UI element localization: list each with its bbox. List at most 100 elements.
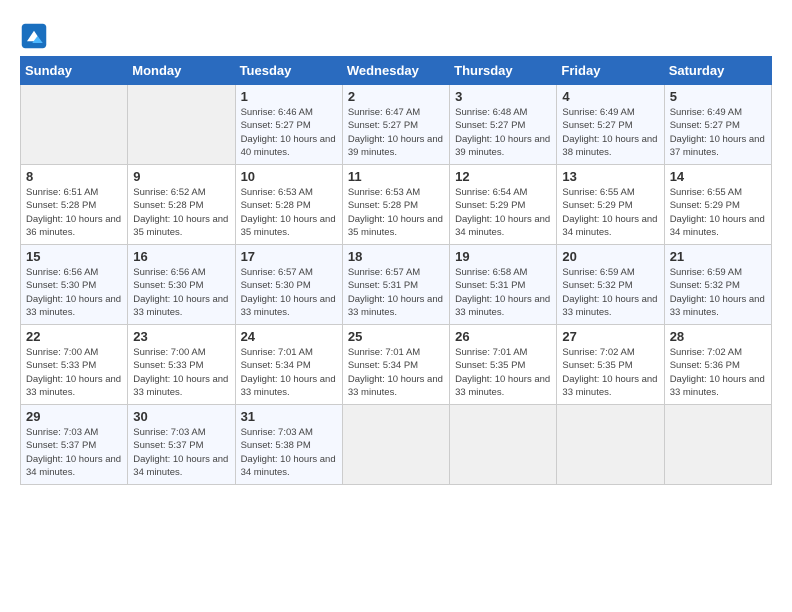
day-number: 13 [562,169,658,184]
header-monday: Monday [128,57,235,85]
day-number: 18 [348,249,444,264]
day-number: 3 [455,89,551,104]
day-number: 15 [26,249,122,264]
week-row-5: 29 Sunrise: 7:03 AMSunset: 5:37 PMDayligh… [21,405,772,485]
day-info: Sunrise: 6:59 AMSunset: 5:32 PMDaylight:… [670,267,765,318]
calendar-cell [128,85,235,165]
day-number: 27 [562,329,658,344]
calendar-cell: 27 Sunrise: 7:02 AMSunset: 5:35 PMDayligh… [557,325,664,405]
calendar-cell: 22 Sunrise: 7:00 AMSunset: 5:33 PMDayligh… [21,325,128,405]
page: SundayMondayTuesdayWednesdayThursdayFrid… [0,0,792,495]
day-info: Sunrise: 6:51 AMSunset: 5:28 PMDaylight:… [26,187,121,238]
calendar-cell: 2Sunrise: 6:47 AMSunset: 5:27 PMDaylight… [342,85,449,165]
day-info: Sunrise: 6:46 AMSunset: 5:27 PMDaylight:… [241,107,336,158]
calendar-cell: 3 Sunrise: 6:48 AMSunset: 5:27 PMDaylight… [450,85,557,165]
calendar-cell: 18 Sunrise: 6:57 AMSunset: 5:31 PMDayligh… [342,245,449,325]
day-number: 28 [670,329,766,344]
day-info: Sunrise: 6:54 AMSunset: 5:29 PMDaylight:… [455,187,550,238]
day-number: 11 [348,169,444,184]
calendar-cell: 9 Sunrise: 6:52 AMSunset: 5:28 PMDaylight… [128,165,235,245]
day-info: Sunrise: 6:58 AMSunset: 5:31 PMDaylight:… [455,267,550,318]
week-row-2: 8 Sunrise: 6:51 AMSunset: 5:28 PMDaylight… [21,165,772,245]
day-info: Sunrise: 7:01 AMSunset: 5:34 PMDaylight:… [241,347,336,398]
day-info: Sunrise: 6:53 AMSunset: 5:28 PMDaylight:… [348,187,443,238]
day-info: Sunrise: 6:49 AMSunset: 5:27 PMDaylight:… [670,107,765,158]
day-number: 1 [241,89,337,104]
day-number: 30 [133,409,229,424]
calendar-cell: 17 Sunrise: 6:57 AMSunset: 5:30 PMDayligh… [235,245,342,325]
day-info: Sunrise: 6:55 AMSunset: 5:29 PMDaylight:… [562,187,657,238]
day-info: Sunrise: 6:48 AMSunset: 5:27 PMDaylight:… [455,107,550,158]
calendar-cell: 21 Sunrise: 6:59 AMSunset: 5:32 PMDayligh… [664,245,771,325]
logo [20,22,50,50]
calendar-cell: 29 Sunrise: 7:03 AMSunset: 5:37 PMDayligh… [21,405,128,485]
day-number: 23 [133,329,229,344]
day-number: 2 [348,89,444,104]
day-info: Sunrise: 7:03 AMSunset: 5:38 PMDaylight:… [241,427,336,478]
calendar-cell: 15 Sunrise: 6:56 AMSunset: 5:30 PMDayligh… [21,245,128,325]
day-number: 20 [562,249,658,264]
header-wednesday: Wednesday [342,57,449,85]
calendar-cell: 31 Sunrise: 7:03 AMSunset: 5:38 PMDayligh… [235,405,342,485]
calendar-cell: 30 Sunrise: 7:03 AMSunset: 5:37 PMDayligh… [128,405,235,485]
calendar-cell [21,85,128,165]
day-number: 9 [133,169,229,184]
day-number: 24 [241,329,337,344]
calendar-cell: 28 Sunrise: 7:02 AMSunset: 5:36 PMDayligh… [664,325,771,405]
calendar-cell [342,405,449,485]
day-info: Sunrise: 7:03 AMSunset: 5:37 PMDaylight:… [26,427,121,478]
day-info: Sunrise: 7:01 AMSunset: 5:34 PMDaylight:… [348,347,443,398]
day-info: Sunrise: 7:01 AMSunset: 5:35 PMDaylight:… [455,347,550,398]
day-number: 22 [26,329,122,344]
calendar-cell: 1 Sunrise: 6:46 AMSunset: 5:27 PMDaylight… [235,85,342,165]
day-info: Sunrise: 6:57 AMSunset: 5:30 PMDaylight:… [241,267,336,318]
header-friday: Friday [557,57,664,85]
day-number: 31 [241,409,337,424]
day-info: Sunrise: 6:49 AMSunset: 5:27 PMDaylight:… [562,107,657,158]
day-number: 19 [455,249,551,264]
calendar-cell: 11 Sunrise: 6:53 AMSunset: 5:28 PMDayligh… [342,165,449,245]
logo-icon [20,22,48,50]
day-info: Sunrise: 7:02 AMSunset: 5:35 PMDaylight:… [562,347,657,398]
day-number: 17 [241,249,337,264]
header-sunday: Sunday [21,57,128,85]
header-row: SundayMondayTuesdayWednesdayThursdayFrid… [21,57,772,85]
calendar-cell: 14Sunrise: 6:55 AMSunset: 5:29 PMDayligh… [664,165,771,245]
day-number: 10 [241,169,337,184]
calendar-cell: 16 Sunrise: 6:56 AMSunset: 5:30 PMDayligh… [128,245,235,325]
calendar-cell: 5Sunrise: 6:49 AMSunset: 5:27 PMDaylight… [664,85,771,165]
day-number: 29 [26,409,122,424]
day-info: Sunrise: 6:57 AMSunset: 5:31 PMDaylight:… [348,267,443,318]
week-row-1: 1 Sunrise: 6:46 AMSunset: 5:27 PMDaylight… [21,85,772,165]
calendar-cell: 8 Sunrise: 6:51 AMSunset: 5:28 PMDaylight… [21,165,128,245]
day-info: Sunrise: 7:00 AMSunset: 5:33 PMDaylight:… [26,347,121,398]
calendar-cell: 10 Sunrise: 6:53 AMSunset: 5:28 PMDayligh… [235,165,342,245]
calendar-cell: 25 Sunrise: 7:01 AMSunset: 5:34 PMDayligh… [342,325,449,405]
calendar-cell: 20 Sunrise: 6:59 AMSunset: 5:32 PMDayligh… [557,245,664,325]
day-number: 8 [26,169,122,184]
calendar-cell: 19 Sunrise: 6:58 AMSunset: 5:31 PMDayligh… [450,245,557,325]
calendar-cell [557,405,664,485]
day-info: Sunrise: 6:56 AMSunset: 5:30 PMDaylight:… [26,267,121,318]
day-info: Sunrise: 6:56 AMSunset: 5:30 PMDaylight:… [133,267,228,318]
calendar-cell: 26Sunrise: 7:01 AMSunset: 5:35 PMDayligh… [450,325,557,405]
calendar-cell: 23Sunrise: 7:00 AMSunset: 5:33 PMDayligh… [128,325,235,405]
day-info: Sunrise: 7:02 AMSunset: 5:36 PMDaylight:… [670,347,765,398]
week-row-3: 15 Sunrise: 6:56 AMSunset: 5:30 PMDayligh… [21,245,772,325]
day-number: 21 [670,249,766,264]
day-number: 16 [133,249,229,264]
day-number: 12 [455,169,551,184]
calendar-cell: 24 Sunrise: 7:01 AMSunset: 5:34 PMDayligh… [235,325,342,405]
week-row-4: 22 Sunrise: 7:00 AMSunset: 5:33 PMDayligh… [21,325,772,405]
day-number: 25 [348,329,444,344]
day-info: Sunrise: 6:53 AMSunset: 5:28 PMDaylight:… [241,187,336,238]
day-info: Sunrise: 6:52 AMSunset: 5:28 PMDaylight:… [133,187,228,238]
calendar-cell: 4 Sunrise: 6:49 AMSunset: 5:27 PMDaylight… [557,85,664,165]
day-number: 4 [562,89,658,104]
day-info: Sunrise: 6:59 AMSunset: 5:32 PMDaylight:… [562,267,657,318]
calendar-table: SundayMondayTuesdayWednesdayThursdayFrid… [20,56,772,485]
day-info: Sunrise: 7:03 AMSunset: 5:37 PMDaylight:… [133,427,228,478]
day-number: 14 [670,169,766,184]
header-saturday: Saturday [664,57,771,85]
calendar-cell [664,405,771,485]
